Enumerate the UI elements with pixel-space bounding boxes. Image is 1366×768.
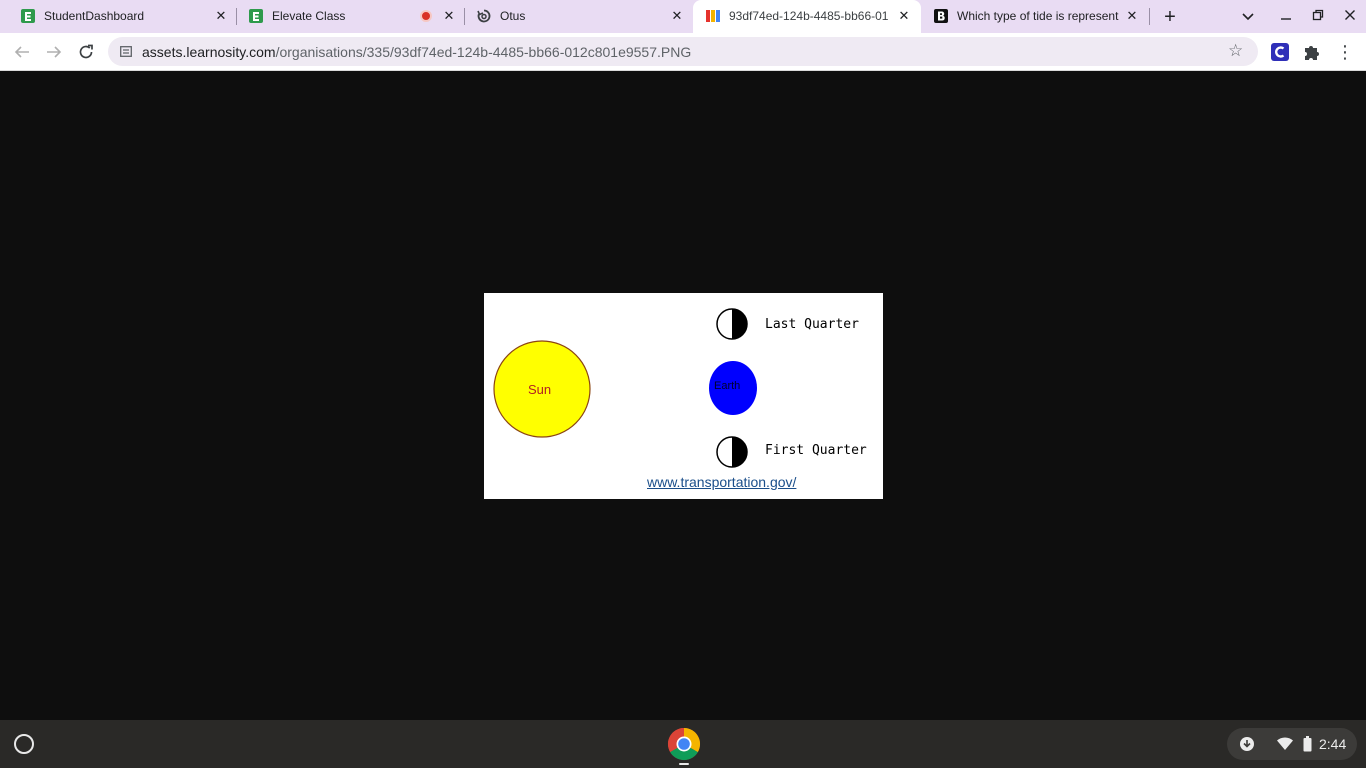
- tab-title: Which type of tide is represent: [957, 9, 1119, 23]
- tab-strip: StudentDashboard ✕ Elevate Class ✕ Otus …: [0, 0, 1366, 33]
- tab-tide-question[interactable]: Which type of tide is represent ✕: [921, 0, 1149, 33]
- close-tab-icon[interactable]: ✕: [668, 7, 686, 25]
- tab-title: 93df74ed-124b-4485-bb66-01: [729, 9, 889, 23]
- url-text: assets.learnosity.com/organisations/335/…: [142, 44, 691, 60]
- first-quarter-moon-icon: [716, 436, 748, 468]
- b-bold-icon: [934, 9, 948, 23]
- books-icon: [706, 10, 720, 22]
- last-quarter-moon-icon: [716, 308, 748, 340]
- tab-otus[interactable]: Otus ✕: [464, 0, 692, 33]
- restore-window-icon[interactable]: [1306, 5, 1330, 29]
- running-app-indicator: [679, 763, 689, 765]
- tab-separator: [1149, 8, 1150, 25]
- url-path: /organisations/335/93df74ed-124b-4485-bb…: [275, 44, 692, 60]
- first-quarter-label: First Quarter: [765, 443, 867, 458]
- tab-title: StudentDashboard: [44, 9, 145, 23]
- battery-icon: [1303, 736, 1312, 752]
- close-tab-icon[interactable]: ✕: [1123, 7, 1141, 25]
- tide-diagram-image: Sun Earth Last Quarter First Quarter www…: [484, 293, 883, 499]
- minimize-window-icon[interactable]: [1274, 5, 1298, 29]
- source-link[interactable]: www.transportation.gov/: [647, 474, 796, 490]
- tab-elevate-class[interactable]: Elevate Class ✕: [236, 0, 464, 33]
- wifi-icon: [1277, 737, 1293, 750]
- recording-indicator-icon: [420, 10, 432, 22]
- forward-arrow-icon[interactable]: [41, 39, 67, 65]
- tab-active-image[interactable]: 93df74ed-124b-4485-bb66-01 ✕: [693, 0, 921, 33]
- close-tab-icon[interactable]: ✕: [895, 7, 913, 25]
- browser-toolbar: assets.learnosity.com/organisations/335/…: [0, 33, 1366, 71]
- tab-title: Otus: [500, 9, 526, 23]
- tab-student-dashboard[interactable]: StudentDashboard ✕: [8, 0, 236, 33]
- image-viewer: Sun Earth Last Quarter First Quarter www…: [0, 71, 1366, 720]
- chrome-app-icon[interactable]: [667, 727, 701, 761]
- earth-label: Earth: [714, 380, 741, 392]
- sun-label: Sun: [528, 382, 552, 397]
- tab-title: Elevate Class: [272, 9, 346, 23]
- c-extension-icon[interactable]: [1270, 42, 1290, 62]
- new-tab-plus-icon[interactable]: +: [1158, 5, 1182, 29]
- bookmark-star-icon[interactable]: ☆: [1228, 41, 1243, 61]
- e-green-icon: [249, 9, 263, 23]
- address-bar[interactable]: assets.learnosity.com/organisations/335/…: [108, 37, 1258, 66]
- last-quarter-label: Last Quarter: [765, 317, 859, 332]
- status-tray[interactable]: 2:44: [1227, 728, 1357, 760]
- launcher-circle-icon[interactable]: [14, 734, 34, 754]
- menu-kebab-icon[interactable]: ⋮: [1332, 39, 1358, 65]
- e-green-icon: [21, 9, 35, 23]
- close-window-icon[interactable]: [1338, 5, 1362, 29]
- site-info-icon[interactable]: [120, 46, 132, 57]
- url-host: assets.learnosity.com: [142, 44, 276, 60]
- close-tab-icon[interactable]: ✕: [212, 7, 230, 25]
- tab-search-chevron-icon[interactable]: [1236, 5, 1260, 29]
- reload-icon[interactable]: [73, 39, 99, 65]
- puzzle-icon[interactable]: [1302, 42, 1322, 62]
- otus-swirl-icon: [477, 9, 491, 23]
- back-arrow-icon[interactable]: [9, 39, 35, 65]
- close-tab-icon[interactable]: ✕: [440, 7, 458, 25]
- download-circle-icon[interactable]: [1239, 736, 1255, 752]
- clock-time: 2:44: [1319, 736, 1347, 752]
